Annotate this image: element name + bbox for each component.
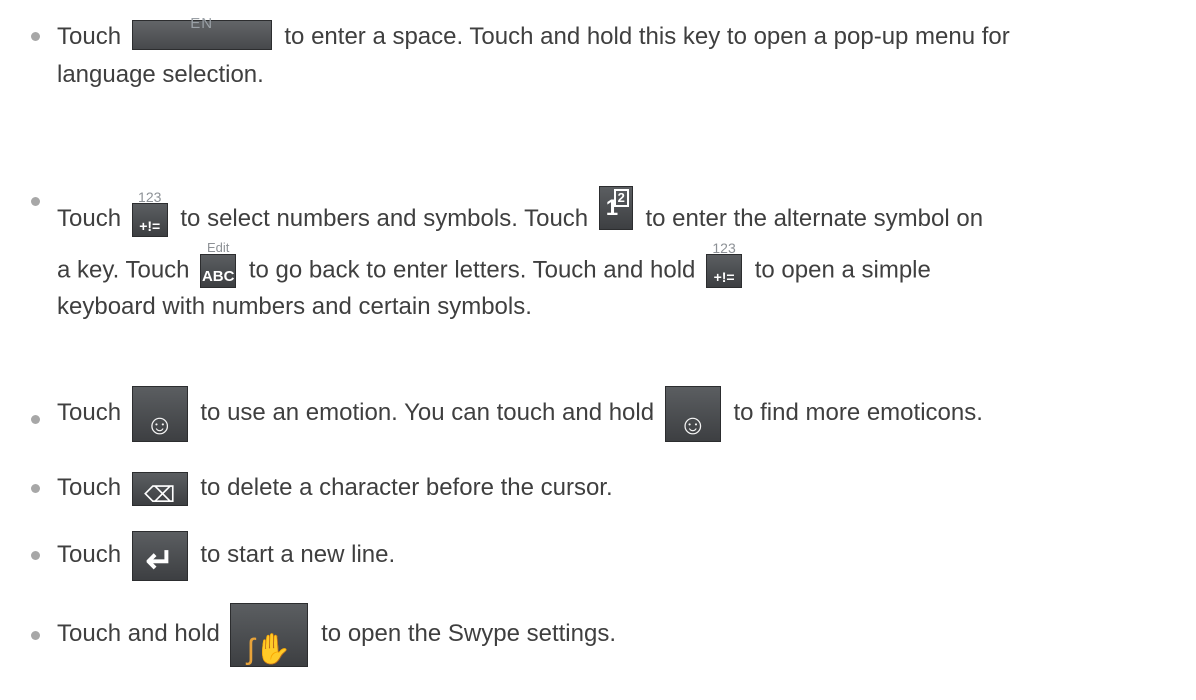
bullet [31, 32, 40, 41]
space-key-label: EN [190, 15, 214, 32]
text: a key. Touch [57, 256, 190, 284]
line-1: Touch ⌫ to delete a character before the… [57, 470, 613, 507]
text: Touch [57, 205, 122, 232]
text: to enter the alternate symbol on [645, 205, 984, 232]
text: Touch and hold [57, 620, 220, 647]
text: to delete a character before the cursor. [200, 474, 613, 501]
enter-key-icon: ↵ [131, 530, 188, 581]
abc-key-label: ABC [201, 268, 235, 285]
text: to open the Swype settings. [321, 620, 616, 647]
text: to go back to enter letters. Touch and h… [248, 256, 696, 284]
text: to open a simple [754, 256, 931, 284]
line-1: Touch EN to enter a space. Touch and hol… [57, 15, 1010, 52]
bullet [31, 484, 40, 493]
line-1: Touch 123 +!= to select numbers and symb… [57, 186, 983, 237]
abc-key-top: Edit [207, 240, 230, 255]
alt-key-sup: 2 [613, 189, 629, 207]
numbers-key-icon: 123 +!= [706, 240, 743, 288]
numbers-key-label: +!= [713, 269, 735, 285]
emoticon-key-icon: ☺ [664, 385, 721, 442]
line-2: a key. Touch Edit ABC to go back to ente… [57, 240, 931, 288]
text: Touch [57, 541, 122, 568]
numbers-key-top: 123 [712, 240, 736, 256]
line-2: language selection. [57, 60, 264, 90]
numbers-key-icon: 123 +!= [131, 189, 168, 237]
line-1: Touch ☺ to use an emotion. You can touch… [57, 385, 983, 442]
text: to enter a space. Touch and hold this ke… [284, 23, 1010, 50]
text: Touch [57, 474, 122, 501]
text: keyboard with numbers and certain symbol… [57, 293, 532, 320]
bullet [31, 197, 40, 206]
space-key-icon: EN [131, 15, 272, 50]
delete-key-icon: ⌫ [131, 471, 188, 507]
emoticon-key-icon: ☺ [131, 385, 188, 442]
text: Touch [57, 23, 122, 50]
line-1: Touch and hold ʃ✋ to open the Swype sett… [57, 602, 616, 667]
text: to use an emotion. You can touch and hol… [200, 399, 655, 426]
line-1: Touch ↵ to start a new line. [57, 530, 395, 581]
text: Touch [57, 399, 122, 426]
bullet [31, 631, 40, 640]
text: language selection. [57, 61, 264, 88]
swype-key-icon: ʃ✋ [230, 602, 309, 667]
text: to find more emoticons. [733, 399, 983, 426]
numbers-key-top: 123 [138, 188, 162, 205]
text: to select numbers and symbols. Touch [180, 205, 589, 232]
numbers-key-label: +!= [139, 217, 161, 234]
bullet [31, 415, 40, 424]
bullet [31, 551, 40, 560]
text: to start a new line. [200, 541, 396, 568]
abc-key-icon: Edit ABC [200, 240, 237, 288]
alternate-symbol-key-icon: 1 2 [598, 186, 633, 230]
line-3: keyboard with numbers and certain symbol… [57, 292, 532, 322]
